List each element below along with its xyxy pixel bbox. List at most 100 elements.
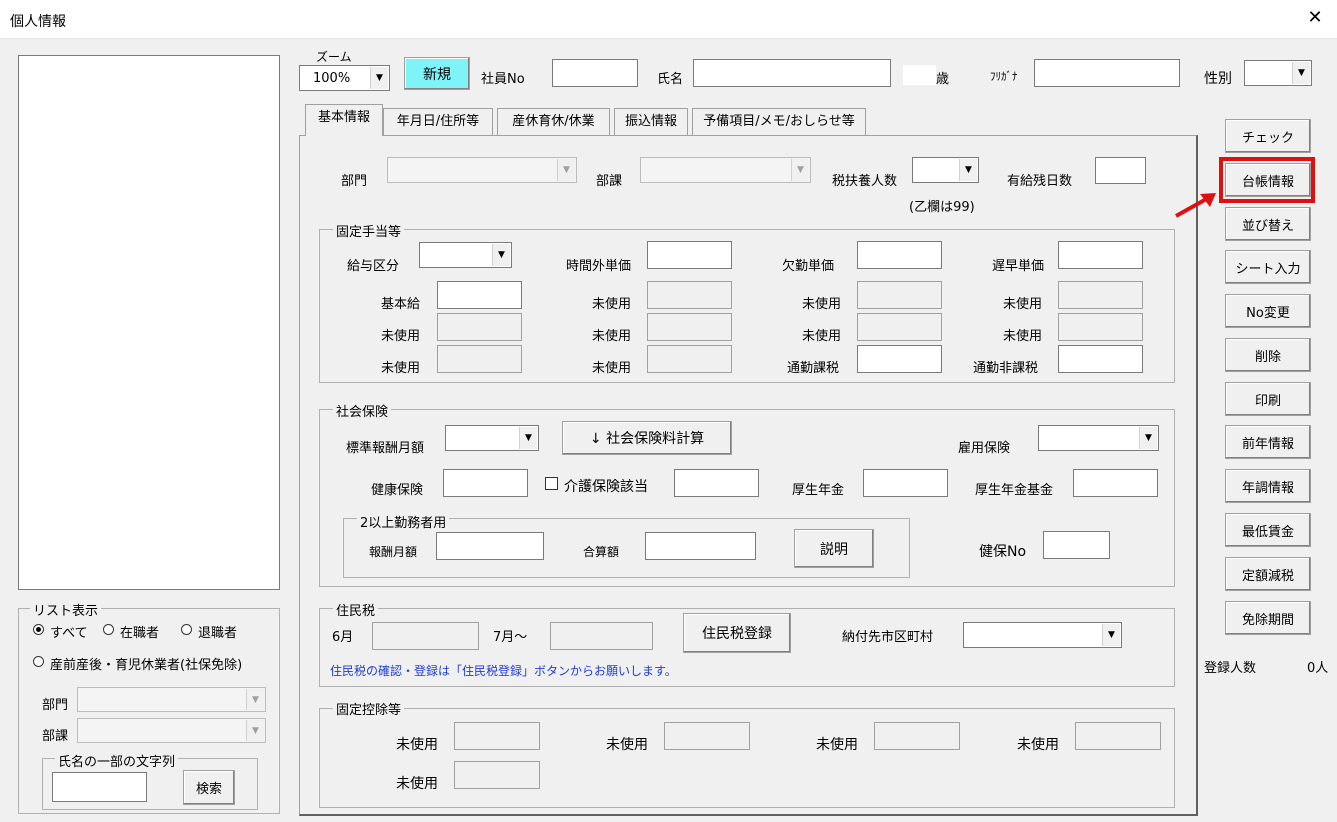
unused-label: 未使用: [592, 361, 632, 376]
name-label: 氏名: [657, 72, 684, 87]
municipality-select[interactable]: ▼: [963, 622, 1122, 648]
dept-select[interactable]: ▼: [387, 157, 577, 183]
resident-tax-title: 住民税: [333, 600, 379, 619]
deduction-unused-label: 未使用: [396, 776, 438, 792]
pension-fund-input[interactable]: [1073, 469, 1158, 497]
unused-input: [1058, 313, 1143, 341]
min-wage-button[interactable]: 最低賃金: [1225, 513, 1311, 547]
exemption-period-button[interactable]: 免除期間: [1225, 601, 1311, 635]
chevron-down-icon: ▼: [525, 433, 532, 443]
list-dept-select[interactable]: ▼: [77, 687, 266, 712]
list-section-select[interactable]: ▼: [77, 718, 266, 743]
year-end-button[interactable]: 年調情報: [1225, 469, 1311, 503]
total-label: 合算額: [583, 545, 620, 559]
overtime-input[interactable]: [647, 241, 732, 269]
tab-maternity[interactable]: 産休育休/休業: [497, 108, 610, 135]
tab-reserve[interactable]: 予備項目/メモ/おしらせ等: [692, 108, 866, 135]
absence-input[interactable]: [857, 241, 942, 269]
zoom-select[interactable]: 100% ▼: [299, 65, 390, 91]
highlight-box: [1219, 157, 1315, 203]
chevron-down-icon: ▼: [563, 165, 570, 175]
dept-label: 部門: [341, 174, 368, 189]
tab-dates-address[interactable]: 年月日/住所等: [383, 108, 493, 135]
sheet-input-button[interactable]: シート入力: [1225, 250, 1311, 284]
employee-no-label: 社員No: [481, 72, 525, 87]
commute-nontaxable-label: 通勤非課税: [973, 361, 1039, 376]
unused-input: [647, 313, 732, 341]
june-label: 6月: [332, 630, 354, 645]
absence-label: 欠勤単価: [782, 259, 835, 274]
paid-leave-label: 有給残日数: [1007, 174, 1073, 189]
std-monthly-select[interactable]: ▼: [445, 425, 539, 451]
resident-tax-register-button[interactable]: 住民税登録: [683, 613, 791, 653]
total-input[interactable]: [645, 532, 756, 560]
employment-ins-label: 雇用保険: [958, 441, 1011, 456]
calc-insurance-button[interactable]: ↓ 社会保険料計算: [562, 421, 732, 455]
gender-select[interactable]: ▼: [1244, 60, 1312, 86]
reward-label: 報酬月額: [369, 545, 418, 559]
radio-leave[interactable]: [33, 656, 44, 667]
deduction-unused-label: 未使用: [606, 737, 648, 753]
late-label: 遅早単価: [992, 259, 1045, 274]
red-arrow-icon: [1175, 193, 1216, 218]
print-button[interactable]: 印刷: [1225, 382, 1311, 416]
tab-basic[interactable]: 基本情報: [305, 104, 383, 136]
overtime-label: 時間外単価: [566, 259, 632, 274]
radio-retired-label: 退職者: [198, 626, 238, 641]
reward-input[interactable]: [436, 532, 544, 560]
social-title: 社会保険: [333, 401, 392, 420]
deduction-unused-input: [454, 761, 540, 789]
prev-year-button[interactable]: 前年情報: [1225, 425, 1311, 459]
kana-input[interactable]: [1034, 59, 1180, 87]
pension-input[interactable]: [863, 469, 948, 497]
delete-button[interactable]: 削除: [1225, 338, 1311, 372]
unused-input: [857, 281, 942, 309]
fixed-tax-cut-button[interactable]: 定額減税: [1225, 557, 1311, 591]
zoom-label: ズーム: [316, 50, 352, 64]
tab-transfer[interactable]: 振込情報: [614, 108, 688, 135]
unused-label: 未使用: [381, 329, 421, 344]
check-button[interactable]: チェック: [1225, 119, 1311, 153]
new-button[interactable]: 新規: [404, 57, 470, 90]
search-button[interactable]: 検索: [183, 770, 235, 805]
care-label: 介護保険該当: [564, 479, 648, 495]
employee-list[interactable]: [18, 55, 280, 590]
name-input[interactable]: [693, 59, 891, 87]
health-input[interactable]: [443, 469, 528, 497]
june-input: [372, 622, 479, 650]
july-label: 7月～: [493, 630, 528, 645]
paid-leave-input[interactable]: [1095, 157, 1146, 184]
radio-all-label: すべて: [50, 626, 88, 641]
radio-all[interactable]: [33, 624, 44, 635]
section-select[interactable]: ▼: [640, 157, 811, 183]
window-title: 個人情報: [10, 14, 66, 30]
kana-label: ﾌﾘｶﾞﾅ: [990, 70, 1018, 83]
deduction-title: 固定控除等: [333, 699, 405, 718]
employment-ins-select[interactable]: ▼: [1038, 425, 1159, 451]
radio-employed[interactable]: [103, 624, 114, 635]
radio-retired[interactable]: [181, 624, 192, 635]
dependents-select[interactable]: ▼: [912, 157, 979, 183]
explain-button[interactable]: 説明: [794, 529, 874, 568]
partial-name-input[interactable]: [52, 772, 147, 802]
dependents-note: (乙欄は99): [909, 200, 975, 215]
commute-nontaxable-input[interactable]: [1058, 345, 1143, 373]
care-checkbox[interactable]: [545, 477, 558, 490]
title-bar: [0, 0, 1337, 39]
radio-leave-label: 産前産後・育児休業者(社保免除): [50, 658, 243, 673]
employee-no-input[interactable]: [552, 59, 638, 87]
registered-label: 登録人数: [1204, 661, 1257, 676]
resident-tax-note: 住民税の確認・登録は「住民税登録」ボタンからお願いします。: [330, 664, 677, 678]
change-no-button[interactable]: No変更: [1225, 294, 1311, 328]
unused-label: 未使用: [1003, 329, 1043, 344]
late-input[interactable]: [1058, 241, 1143, 269]
unused-input: [437, 313, 522, 341]
close-icon[interactable]: ✕: [1303, 6, 1327, 30]
base-pay-input[interactable]: [437, 281, 522, 309]
care-input[interactable]: [674, 469, 759, 497]
sort-button[interactable]: 並び替え: [1225, 207, 1311, 241]
health-no-input[interactable]: [1043, 531, 1110, 559]
commute-taxable-input[interactable]: [857, 345, 942, 373]
pay-type-select[interactable]: ▼: [419, 242, 512, 268]
zoom-value: 100%: [313, 71, 351, 86]
